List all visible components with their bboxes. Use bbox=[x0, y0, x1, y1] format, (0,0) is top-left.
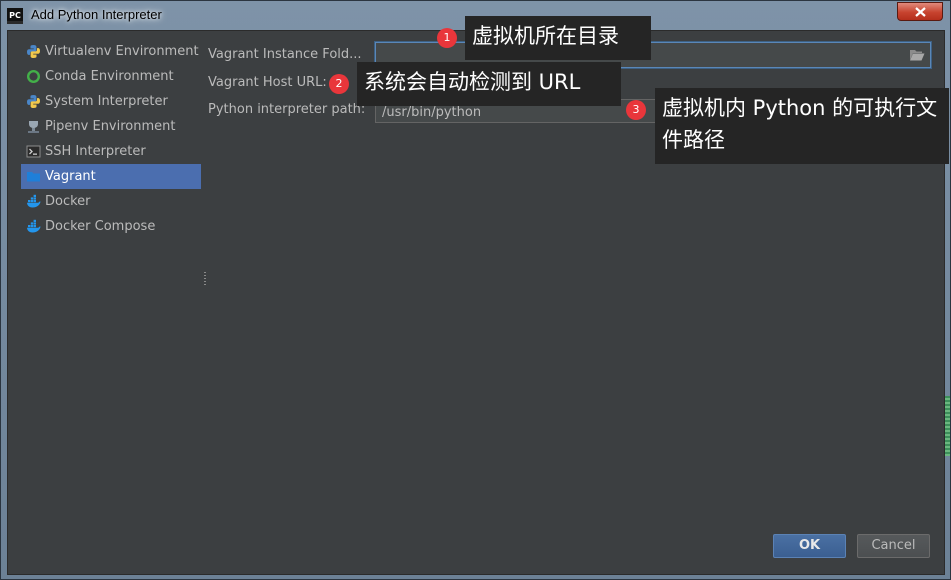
docker-icon bbox=[27, 219, 41, 233]
host-url-label: Vagrant Host URL: bbox=[208, 75, 327, 90]
folder-browse-icon[interactable] bbox=[909, 48, 925, 62]
annotation-callout-1: 虚拟机所在目录 bbox=[465, 16, 651, 60]
sidebar-item-conda[interactable]: Conda Environment bbox=[21, 64, 201, 89]
sidebar-item-label: System Interpreter bbox=[45, 94, 168, 109]
close-button[interactable] bbox=[897, 2, 943, 21]
instance-folder-label: Vagrant Instance Fold... bbox=[208, 47, 362, 62]
folder-icon bbox=[27, 172, 40, 182]
close-icon bbox=[915, 7, 926, 17]
annotation-badge-2: 2 bbox=[329, 74, 349, 94]
window-resize-grip[interactable] bbox=[945, 396, 950, 456]
sidebar-item-label: Conda Environment bbox=[45, 69, 174, 84]
terminal-icon bbox=[26, 145, 41, 158]
interpreter-type-list: Virtualenv Environment Conda Environment… bbox=[21, 39, 201, 239]
pipenv-icon bbox=[28, 121, 39, 133]
splitter-handle[interactable] bbox=[204, 272, 206, 286]
sidebar-item-label: Docker Compose bbox=[45, 219, 156, 234]
sidebar-item-label: Vagrant bbox=[45, 169, 96, 184]
sidebar-item-vagrant[interactable]: Vagrant bbox=[21, 164, 201, 189]
pycharm-app-icon: PC bbox=[7, 8, 23, 24]
sidebar-item-label: SSH Interpreter bbox=[45, 144, 146, 159]
annotation-callout-3: 虚拟机内 Python 的可执行文件路径 bbox=[655, 88, 949, 164]
sidebar-item-label: Docker bbox=[45, 194, 91, 209]
sidebar-item-virtualenv[interactable]: Virtualenv Environment bbox=[21, 39, 201, 64]
annotation-badge-1: 1 bbox=[437, 28, 457, 48]
cancel-button[interactable]: Cancel bbox=[857, 534, 930, 558]
sidebar-item-ssh[interactable]: SSH Interpreter bbox=[21, 139, 201, 164]
ok-button[interactable]: OK bbox=[773, 534, 846, 558]
annotation-badge-3: 3 bbox=[626, 100, 646, 120]
sidebar-item-label: Virtualenv Environment bbox=[45, 44, 199, 59]
sidebar-item-system-interpreter[interactable]: System Interpreter bbox=[21, 89, 201, 114]
sidebar-item-label: Pipenv Environment bbox=[45, 119, 176, 134]
sidebar-item-docker-compose[interactable]: Docker Compose bbox=[21, 214, 201, 239]
python-icon bbox=[27, 95, 40, 108]
sidebar-item-pipenv[interactable]: Pipenv Environment bbox=[21, 114, 201, 139]
docker-icon bbox=[27, 194, 41, 208]
sidebar-item-docker[interactable]: Docker bbox=[21, 189, 201, 214]
annotation-callout-2: 系统会自动检测到 URL bbox=[357, 62, 621, 106]
dialog-window: PC Add Python Interpreter Virtualenv Env… bbox=[0, 0, 951, 580]
interpreter-path-label: Python interpreter path: bbox=[208, 102, 366, 117]
python-icon bbox=[27, 45, 40, 58]
conda-icon bbox=[26, 69, 41, 84]
window-title: Add Python Interpreter bbox=[31, 7, 162, 22]
